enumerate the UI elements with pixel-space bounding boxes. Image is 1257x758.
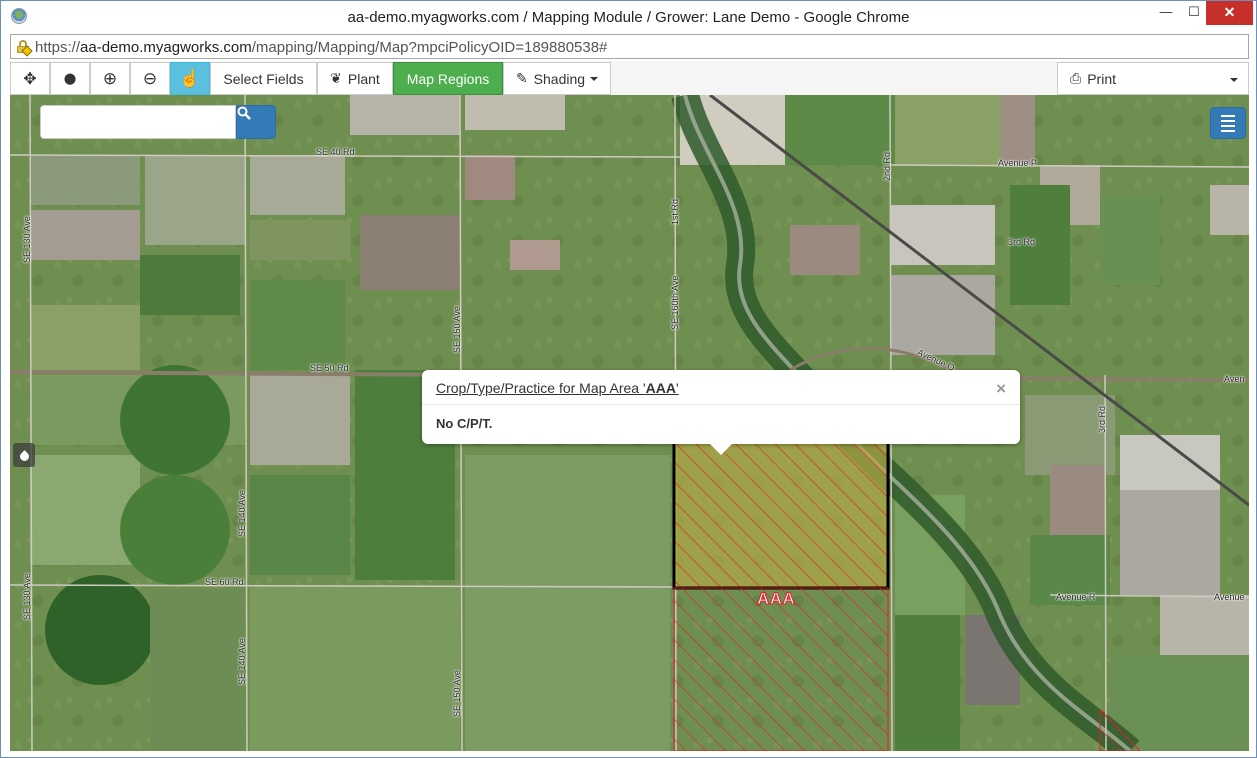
url-path: /mapping/Mapping/Map?mpciPolicyOID=18988… — [251, 39, 608, 56]
url-scheme: https:// — [35, 39, 81, 56]
road-label: 1st Rd — [670, 198, 680, 225]
road-label: Avenue P — [998, 158, 1037, 168]
pin-icon: ⬤ — [63, 73, 77, 85]
zoom-out-button[interactable]: ⊖ — [130, 62, 170, 95]
popup-title-suffix: ' — [676, 380, 679, 396]
pan-button[interactable]: ✥ — [10, 62, 50, 95]
print-label: Print — [1087, 70, 1116, 87]
road-label: 2nd Rd — [882, 151, 892, 181]
road-label: SE 130 Ave — [22, 216, 32, 263]
road-label: SE 150 Ave — [452, 306, 462, 353]
layers-menu-button[interactable] — [1210, 107, 1246, 139]
map-search-button[interactable] — [236, 105, 276, 139]
road-label: SE 150 Ave — [452, 670, 462, 717]
plant-button[interactable]: ❦ Plant — [317, 62, 393, 95]
zoom-in-icon: ⊕ — [102, 68, 118, 88]
select-fields-button[interactable]: Select Fields — [210, 62, 317, 95]
window-title: aa-demo.myagworks.com / Mapping Module /… — [347, 9, 910, 26]
url-text[interactable]: https://aa-demo.myagworks.com/mapping/Ma… — [35, 39, 607, 56]
printer-icon: ⎙ — [1070, 70, 1082, 86]
shading-label: Shading — [533, 70, 586, 87]
minimize-button[interactable]: — — [1151, 1, 1181, 25]
road-label: 3rd Rd — [1008, 237, 1036, 247]
address-bar[interactable]: https://aa-demo.myagworks.com/mapping/Ma… — [10, 34, 1249, 59]
road-label: 3rd Rd — [1097, 405, 1107, 433]
chevron-down-icon — [1230, 78, 1238, 82]
popup-title[interactable]: Crop/Type/Practice for Map Area 'AAA' — [436, 380, 679, 396]
pencil-icon: ✎ — [515, 70, 528, 86]
map-toolbar: ✥ ⬤ ⊕ ⊖ ☝ Select Fields ❦ Plant Map Regio… — [10, 61, 1249, 95]
select-pointer-button[interactable]: ☝ — [170, 62, 210, 95]
popup-title-prefix: Crop/Type/Practice for Map Area ' — [436, 380, 646, 396]
popup-header: Crop/Type/Practice for Map Area 'AAA' × — [422, 370, 1020, 405]
chevron-down-icon — [590, 76, 599, 81]
road-label: SE 140 Ave — [237, 638, 247, 685]
select-fields-label: Select Fields — [223, 70, 304, 87]
road-label: Avenue — [1214, 592, 1245, 602]
zoom-out-icon: ⊖ — [142, 68, 158, 88]
droplet-icon — [17, 449, 31, 463]
map-search-input[interactable] — [40, 105, 236, 139]
search-icon — [237, 106, 251, 120]
map-regions-label: Map Regions — [406, 70, 490, 87]
map-regions-button[interactable]: Map Regions — [393, 62, 503, 95]
pan-icon: ✥ — [23, 70, 37, 88]
map-region-label[interactable]: AAA — [756, 589, 795, 609]
pointer-hand-icon: ☝ — [179, 68, 201, 88]
maximize-button[interactable]: ☐ — [1179, 1, 1209, 25]
browser-window: aa-demo.myagworks.com / Mapping Module /… — [0, 0, 1257, 758]
water-drop-button[interactable] — [13, 443, 35, 467]
popup-close-icon[interactable]: × — [996, 379, 1006, 399]
road-label: Aven — [1224, 374, 1245, 384]
road-label: Avenue R — [1056, 592, 1096, 602]
print-dropdown[interactable]: ⎙ Print — [1057, 62, 1249, 95]
pin-button[interactable]: ⬤ — [50, 62, 90, 95]
close-button[interactable]: ✕ — [1206, 1, 1253, 25]
zoom-in-button[interactable]: ⊕ — [90, 62, 130, 95]
plant-label: Plant — [347, 70, 380, 87]
road-label: SE 50 Rd — [310, 363, 349, 373]
popup-body: No C/P/T. — [436, 416, 493, 431]
insecure-lock-icon[interactable] — [17, 40, 33, 57]
shading-dropdown[interactable]: ✎ Shading — [503, 62, 611, 95]
hamburger-icon — [1221, 114, 1235, 117]
road-label: SE 140 Ave — [237, 490, 247, 537]
url-host: aa-demo.myagworks.com — [80, 39, 252, 56]
leaf-icon: ❦ — [330, 70, 342, 86]
popup-title-area: AAA — [645, 380, 676, 396]
road-label: SE 40 Rd — [316, 147, 355, 157]
crop-info-popup: Crop/Type/Practice for Map Area 'AAA' × … — [422, 370, 1020, 455]
road-label: SE 60 Rd — [205, 577, 244, 587]
popup-pointer — [710, 444, 732, 455]
title-bar: aa-demo.myagworks.com / Mapping Module /… — [1, 1, 1256, 33]
satellite-map[interactable]: SE 40 Rd SE 50 Rd SE 60 Rd SE 130 Ave SE… — [10, 95, 1249, 751]
road-label: SE 160th Ave — [670, 275, 680, 330]
road-label: SE 130 Ave — [22, 573, 32, 620]
